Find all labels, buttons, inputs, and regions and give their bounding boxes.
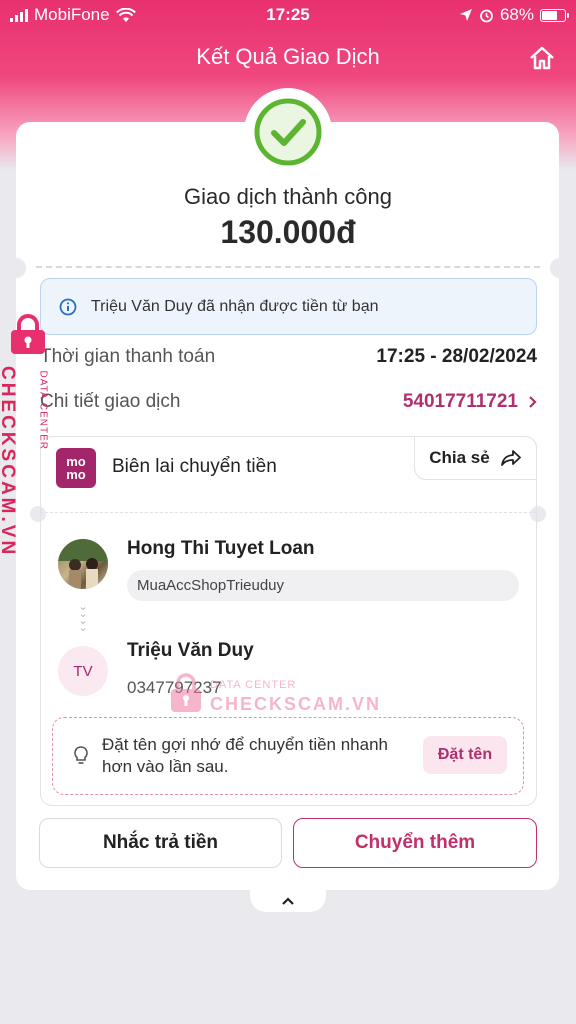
payment-time-value: 17:25 - 28/02/2024	[376, 346, 537, 367]
share-button[interactable]: Chia sẻ	[414, 436, 537, 480]
payment-time-row: Thời gian thanh toán 17:25 - 28/02/2024	[40, 346, 537, 368]
receipt-title: Biên lai chuyển tiền	[112, 456, 277, 477]
battery-fill	[542, 10, 557, 20]
location-icon	[459, 9, 472, 21]
sender-avatar	[58, 539, 108, 589]
sender-name: Hong Thi Tuyet Loan	[127, 538, 315, 559]
transaction-status: Giao dịch thành công	[184, 184, 392, 209]
payment-time-label: Thời gian thanh toán	[40, 346, 216, 367]
watermark-vertical-sub: DATA CENTER	[37, 370, 49, 451]
chevrons-down-icon: ⌄ ⌄ ⌄ ⌄	[78, 601, 88, 634]
photo-icon	[58, 539, 108, 589]
battery-percent: 68%	[499, 5, 534, 24]
watermark-center-brand: CHECKSCAM.VN	[210, 694, 382, 714]
info-icon	[59, 298, 77, 315]
status-bar: MobiFone 17:25 68%	[0, 0, 576, 30]
page-title: Kết Quả Giao Dịch	[196, 44, 380, 69]
momo-logo: mo mo	[56, 448, 96, 488]
chevron-up-icon[interactable]	[276, 893, 300, 909]
transfer-more-button[interactable]: Chuyển thêm	[293, 818, 537, 868]
card-notch-left	[6, 258, 26, 278]
info-notice-text: Triệu Văn Duy đã nhận được tiền từ bạn	[91, 297, 379, 315]
alarm-icon	[480, 9, 493, 22]
transfer-memo: MuaAccShopTrieuduy	[127, 570, 519, 601]
divider	[36, 266, 540, 268]
home-icon[interactable]	[528, 44, 556, 72]
receiver-avatar: TV	[58, 646, 108, 696]
transaction-detail-label: Chi tiết giao dịch	[40, 391, 181, 412]
watermark-center-lock-icon	[171, 673, 201, 712]
transaction-detail-row[interactable]: Chi tiết giao dịch 54017711721	[40, 391, 537, 413]
chevron-right-icon	[529, 396, 537, 408]
nickname-tip-text: Đặt tên gợi nhớ để chuyển tiền nhanh hơn…	[102, 735, 388, 776]
check-circle-icon	[254, 98, 322, 166]
remind-payment-button[interactable]: Nhắc trả tiền	[39, 818, 282, 868]
watermark-lock-icon	[11, 314, 45, 354]
watermark-vertical-brand-text: CHECKSCAM.VN	[0, 366, 18, 558]
receiver-name: Triệu Văn Duy	[127, 640, 254, 661]
info-notice: Triệu Văn Duy đã nhận được tiền từ bạn	[40, 278, 537, 335]
transaction-id: 54017711721	[402, 391, 518, 412]
battery-icon	[540, 8, 569, 22]
share-icon	[500, 450, 521, 466]
status-right: 68%	[459, 5, 569, 25]
watermark-center-sub: DATA CENTER	[210, 679, 297, 691]
card-notch-right	[550, 258, 570, 278]
watermark-vertical-brand: CHECKSCAM.VN	[0, 366, 18, 557]
receipt-divider	[40, 512, 537, 513]
set-nickname-button[interactable]: Đặt tên	[423, 736, 507, 774]
transaction-id-link[interactable]: 54017711721	[403, 391, 537, 413]
share-label: Chia sẻ	[429, 448, 490, 467]
momo-logo-bottom: mo	[66, 467, 86, 482]
lightbulb-icon	[74, 746, 88, 764]
success-badge	[244, 88, 332, 176]
transaction-amount: 130.000đ	[220, 214, 356, 250]
